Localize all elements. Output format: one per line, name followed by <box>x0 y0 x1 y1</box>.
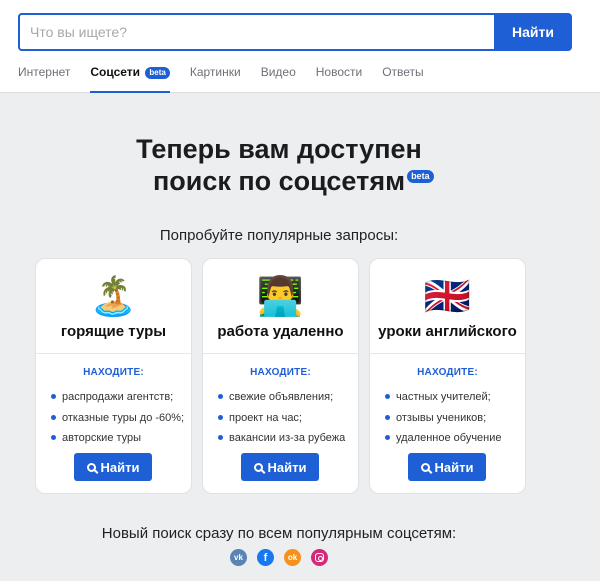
card-title: уроки английского <box>378 323 517 340</box>
card-divider <box>370 353 525 354</box>
list-item: вакансии из-за рубежа <box>218 428 345 449</box>
list-item: частных учителей; <box>385 387 502 408</box>
tab-answers[interactable]: Ответы <box>382 60 423 93</box>
tab-label: Соцсети <box>90 65 141 79</box>
tab-bar: Интернет Соцсети beta Картинки Видео Нов… <box>18 60 444 93</box>
hero-line-2: поиск по соцсетям beta <box>152 165 434 197</box>
card-title: работа удаленно <box>217 323 344 340</box>
card-title: горящие туры <box>60 323 167 340</box>
button-label: Найти <box>434 459 474 475</box>
list-item: удаленное обучение <box>385 428 502 449</box>
find-label: НАХОДИТЕ: <box>250 367 311 378</box>
beta-badge: beta <box>407 170 434 183</box>
find-label: НАХОДИТЕ: <box>83 367 144 378</box>
card-list: распродажи агентств; отказные туры до -6… <box>51 387 184 449</box>
list-item: свежие объявления; <box>218 387 345 408</box>
tab-label: Картинки <box>189 65 241 79</box>
find-button[interactable]: Найти <box>74 453 152 481</box>
island-icon: 🏝️ <box>89 276 138 318</box>
list-item: проект на час; <box>218 408 345 429</box>
search-icon <box>86 462 96 472</box>
button-label: Найти <box>267 459 307 475</box>
tab-internet[interactable]: Интернет <box>18 60 70 93</box>
search-input[interactable] <box>18 13 494 51</box>
instagram-icon[interactable] <box>311 549 328 566</box>
find-label: НАХОДИТЕ: <box>417 367 478 378</box>
list-item: отзывы учеников; <box>385 408 502 429</box>
vk-icon[interactable]: vk <box>230 549 247 566</box>
tab-video[interactable]: Видео <box>261 60 296 93</box>
hero-title: Теперь вам доступен поиск по соцсетям bet… <box>0 133 558 197</box>
card-divider <box>36 353 191 354</box>
search-button[interactable]: Найти <box>494 13 572 51</box>
card-divider <box>203 353 358 354</box>
query-card-remote-work: 👨‍💻 работа удаленно НАХОДИТЕ: свежие объ… <box>202 258 359 494</box>
find-button[interactable]: Найти <box>241 453 319 481</box>
query-card-tours: 🏝️ горящие туры НАХОДИТЕ: распродажи аге… <box>35 258 192 494</box>
tab-images[interactable]: Картинки <box>190 60 241 93</box>
tab-socials[interactable]: Соцсети beta <box>90 60 171 93</box>
header: Найти Интернет Соцсети beta Картинки Вид… <box>0 0 600 93</box>
hero-line-2-text: поиск по соцсетям <box>152 166 406 196</box>
tab-label: Ответы <box>382 65 424 79</box>
tab-label: Интернет <box>18 65 71 79</box>
list-item: распродажи агентств; <box>51 387 184 408</box>
technologist-icon: 👨‍💻 <box>256 276 305 318</box>
query-card-english: 🇬🇧 уроки английского НАХОДИТЕ: частных у… <box>369 258 526 494</box>
find-button[interactable]: Найти <box>408 453 486 481</box>
tab-news[interactable]: Новости <box>316 60 362 93</box>
button-label: Найти <box>100 459 140 475</box>
socials-caption: Новый поиск сразу по всем популярным соц… <box>101 525 457 542</box>
uk-flag-icon: 🇬🇧 <box>423 276 472 318</box>
card-list: частных учителей; отзывы учеников; удале… <box>385 387 502 449</box>
list-item: авторские туры <box>51 428 184 449</box>
search-icon <box>420 462 430 472</box>
list-item: отказные туры до -60%; <box>51 408 184 429</box>
search-icon <box>253 462 263 472</box>
popular-queries-subtitle: Попробуйте популярные запросы: <box>159 227 399 244</box>
tab-label: Видео <box>260 65 296 79</box>
social-icons: vk f ok <box>230 549 338 566</box>
beta-badge: beta <box>145 67 170 79</box>
search-bar: Найти <box>18 13 572 51</box>
tab-label: Новости <box>315 65 363 79</box>
hero-line-1: Теперь вам доступен <box>136 134 422 164</box>
facebook-icon[interactable]: f <box>257 549 274 566</box>
card-list: свежие объявления; проект на час; ваканс… <box>218 387 345 449</box>
odnoklassniki-icon[interactable]: ok <box>284 549 301 566</box>
